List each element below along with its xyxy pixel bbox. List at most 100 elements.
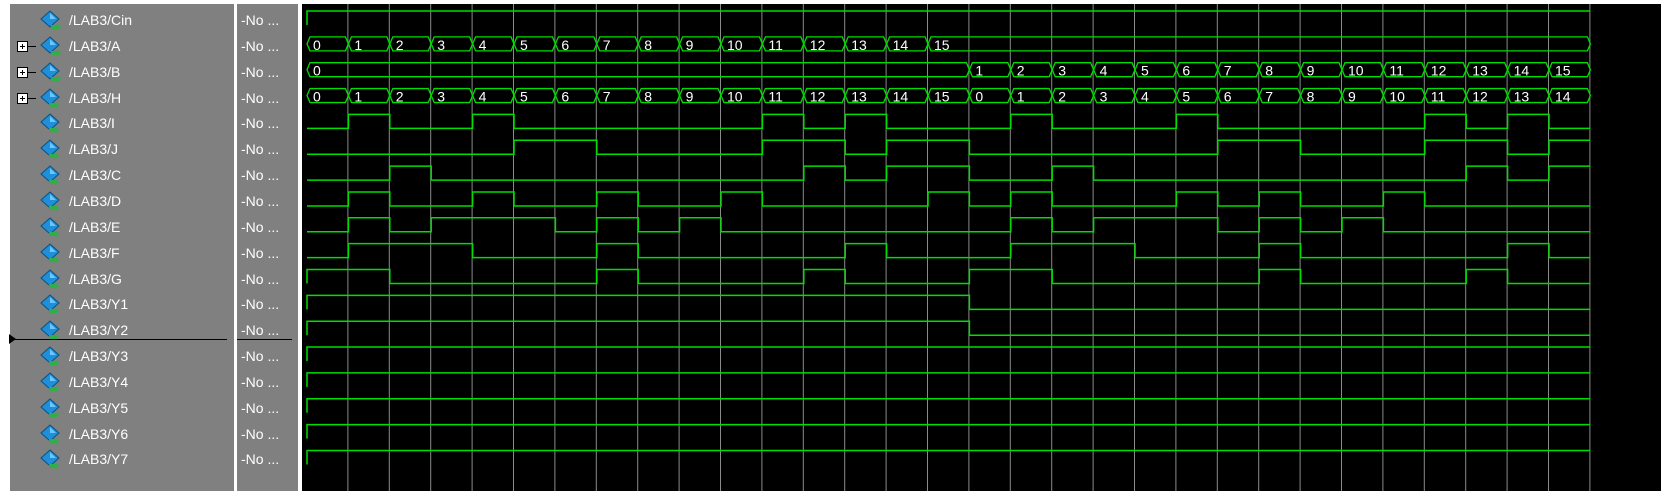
expand-plus-icon[interactable] bbox=[17, 40, 28, 52]
output-signal-icon bbox=[38, 423, 62, 445]
signal-row[interactable]: /LAB3/Y3 bbox=[10, 343, 234, 368]
signal-waveform bbox=[307, 113, 1591, 130]
signal-row[interactable]: /LAB3/F bbox=[10, 240, 234, 265]
signal-row[interactable]: /LAB3/A bbox=[10, 33, 234, 58]
bus-value-label: 10 bbox=[727, 37, 743, 53]
input-signal-icon bbox=[38, 10, 62, 31]
signal-name[interactable]: /LAB3/Y7 bbox=[69, 451, 128, 467]
bus-value-label: 3 bbox=[1058, 63, 1066, 79]
signal-value-row[interactable]: -No ... bbox=[237, 7, 298, 32]
bus-value-label: 7 bbox=[603, 89, 611, 105]
waveform-canvas[interactable]: 0 1 2 3 4 5 6 7 8 9 10 11 12 13 14 150 1 2 3 4 5 6 7 8 9 10 11 12 13… bbox=[302, 4, 1661, 491]
bus-value-label: 10 bbox=[1389, 89, 1405, 105]
output-signal-icon bbox=[38, 139, 62, 161]
signal-waveform bbox=[307, 242, 1591, 259]
signal-value-row[interactable]: -No ... bbox=[237, 369, 298, 394]
signal-name[interactable]: /LAB3/C bbox=[69, 167, 121, 183]
output-signal-icon bbox=[38, 449, 62, 471]
signal-value-row[interactable]: -No ... bbox=[237, 240, 298, 265]
expand-plus-icon[interactable] bbox=[17, 92, 28, 104]
signal-name[interactable]: /LAB3/D bbox=[69, 193, 121, 209]
bus-value-label: 13 bbox=[851, 37, 867, 53]
input-signal-icon bbox=[38, 36, 62, 57]
signal-value-row[interactable]: -No ... bbox=[237, 136, 298, 161]
signal-value-row[interactable]: -No ... bbox=[237, 395, 298, 420]
signal-name[interactable]: /LAB3/Y4 bbox=[69, 374, 128, 390]
bus-value-label: 15 bbox=[934, 37, 950, 53]
signal-name[interactable]: /LAB3/B bbox=[69, 64, 120, 80]
signal-value: -No ... bbox=[241, 451, 280, 468]
signal-row[interactable]: /LAB3/H bbox=[10, 85, 234, 110]
signal-name[interactable]: /LAB3/A bbox=[69, 38, 120, 54]
signal-value: -No ... bbox=[241, 37, 280, 54]
signal-value-row[interactable]: -No ... bbox=[237, 214, 298, 239]
bus-value-label: 4 bbox=[479, 89, 487, 105]
bus-value-label: 11 bbox=[1431, 89, 1446, 105]
signal-waveform bbox=[306, 449, 1591, 465]
signal-row[interactable]: /LAB3/Y5 bbox=[10, 395, 234, 420]
tree-connector bbox=[28, 97, 36, 99]
signal-waveform bbox=[306, 346, 1591, 362]
signal-name[interactable]: /LAB3/G bbox=[69, 271, 122, 287]
signal-value-row[interactable]: -No ... bbox=[237, 291, 298, 316]
signal-row[interactable]: /LAB3/Y4 bbox=[10, 369, 234, 394]
signal-value-row[interactable]: -No ... bbox=[237, 162, 298, 187]
signal-name[interactable]: /LAB3/Cin bbox=[69, 12, 132, 28]
bus-value-label: 0 bbox=[313, 37, 321, 53]
bus-value-label: 4 bbox=[1100, 63, 1108, 79]
bus-value-label: 7 bbox=[1265, 89, 1273, 105]
signal-row[interactable]: /LAB3/D bbox=[10, 188, 234, 213]
signal-row[interactable]: /LAB3/C bbox=[10, 162, 234, 187]
signal-value-row[interactable]: -No ... bbox=[237, 446, 298, 471]
signal-row[interactable]: /LAB3/I bbox=[10, 110, 234, 135]
bus-value-label: 9 bbox=[1307, 63, 1315, 79]
signal-name[interactable]: /LAB3/E bbox=[69, 219, 120, 235]
signal-value-row[interactable]: -No ... bbox=[237, 421, 298, 446]
bus-value-label: 5 bbox=[520, 37, 528, 53]
signal-row[interactable]: /LAB3/Y7 bbox=[10, 446, 234, 471]
output-signal-icon bbox=[38, 165, 62, 187]
signal-row[interactable]: /LAB3/G bbox=[10, 266, 234, 291]
signal-name[interactable]: /LAB3/H bbox=[69, 90, 121, 106]
signal-value-row[interactable]: -No ... bbox=[237, 110, 298, 135]
output-signal-icon bbox=[38, 242, 62, 264]
signal-value-row[interactable]: -No ... bbox=[237, 85, 298, 110]
signal-row[interactable]: /LAB3/Cin bbox=[10, 7, 234, 32]
signal-names-pane[interactable]: /LAB3/Cin/LAB3/A/LAB3/B/LAB3/H/LAB3/I/LA… bbox=[10, 4, 234, 491]
signal-row[interactable]: /LAB3/J bbox=[10, 136, 234, 161]
output-signal-icon bbox=[38, 87, 62, 109]
signal-value-row[interactable]: -No ... bbox=[237, 343, 298, 368]
output-signal-icon bbox=[38, 294, 62, 316]
signal-value-row[interactable]: -No ... bbox=[237, 266, 298, 291]
bus-value-label: 15 bbox=[934, 89, 950, 105]
signal-values-pane[interactable]: -No ... -No ... -No ... -No ... -No ... -No .… bbox=[237, 4, 298, 491]
output-signal-icon bbox=[38, 320, 62, 342]
signal-name[interactable]: /LAB3/F bbox=[69, 245, 120, 261]
signal-row[interactable]: /LAB3/Y1 bbox=[10, 291, 234, 316]
waveform-pane[interactable]: 0 1 2 3 4 5 6 7 8 9 10 11 12 13 14 15 0 1 2 3 4 5 6 7 8 9 10 11 12 13… bbox=[302, 4, 1661, 491]
bus-value-label: 8 bbox=[644, 37, 652, 53]
bus-value-label: 11 bbox=[1389, 63, 1404, 79]
bus-value-label: 10 bbox=[727, 89, 743, 105]
output-signal-icon bbox=[38, 398, 62, 419]
signal-name[interactable]: /LAB3/J bbox=[69, 141, 118, 157]
signal-name[interactable]: /LAB3/Y1 bbox=[69, 296, 128, 312]
bus-value-label: 9 bbox=[686, 89, 694, 105]
bus-value-label: 13 bbox=[851, 89, 867, 105]
bus-value-label: 1 bbox=[1017, 89, 1025, 105]
bus-value-label: 8 bbox=[1307, 89, 1315, 105]
signal-name[interactable]: /LAB3/Y2 bbox=[69, 322, 128, 338]
expand-plus-icon[interactable] bbox=[17, 66, 28, 78]
signal-value-row[interactable]: -No ... bbox=[237, 59, 298, 84]
signal-name[interactable]: /LAB3/Y6 bbox=[69, 426, 128, 442]
signal-value-row[interactable]: -No ... bbox=[237, 188, 298, 213]
signal-value-row[interactable]: -No ... bbox=[237, 33, 298, 58]
bus-value-label: 3 bbox=[1100, 89, 1108, 105]
bus-value-label: 5 bbox=[1141, 63, 1149, 79]
signal-row[interactable]: /LAB3/B bbox=[10, 59, 234, 84]
signal-name[interactable]: /LAB3/I bbox=[69, 115, 115, 131]
signal-name[interactable]: /LAB3/Y5 bbox=[69, 400, 128, 416]
signal-name[interactable]: /LAB3/Y3 bbox=[69, 348, 128, 364]
signal-row[interactable]: /LAB3/E bbox=[10, 214, 234, 239]
signal-row[interactable]: /LAB3/Y6 bbox=[10, 421, 234, 446]
